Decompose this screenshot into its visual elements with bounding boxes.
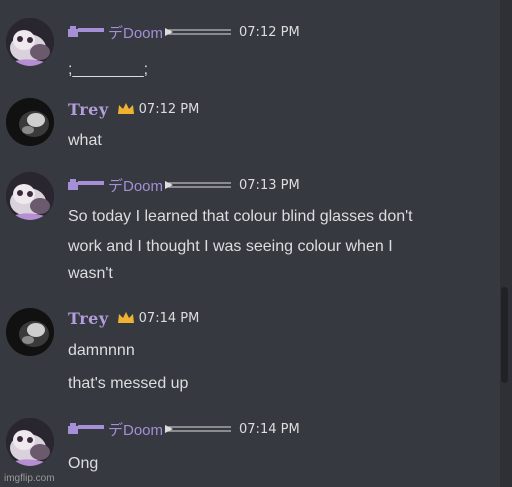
gun-icon [68,422,106,436]
username[interactable]: デDoom [68,22,232,43]
trail-icon [165,425,232,433]
username[interactable]: Trey [68,309,109,328]
gun-icon [68,25,106,39]
timestamp: 07:14 PM [138,310,200,326]
timestamp: 07:12 PM [239,24,300,40]
username[interactable]: デDoom [68,419,232,440]
crown-icon [117,102,135,116]
gun-icon [68,178,106,192]
message-line: So today I learned that colour blind gla… [68,208,413,225]
message-line: work and I thought I was seeing colour w… [68,238,393,255]
timestamp: 07:13 PM [239,177,300,193]
message-header: Trey 07:14 PM [68,307,199,329]
message-line: ;________; [68,61,149,78]
message-line: damnnnn [68,342,135,359]
timestamp: 07:14 PM [239,421,300,437]
timestamp: 07:12 PM [138,101,200,117]
message-header: デDoom 07:12 PM [68,21,300,43]
trail-icon [165,181,232,189]
chat-message-list: デDoom 07:12 PM ;________; Trey 07:12 PM … [0,0,500,487]
scrollbar-thumb[interactable] [501,287,508,383]
message-header: デDoom 07:13 PM [68,174,300,196]
crown-icon [117,311,135,325]
cat-avatar-icon[interactable] [6,172,54,220]
message-content: ;________; [68,58,498,82]
message-line: what [68,132,102,149]
message-content: what [68,129,498,153]
dark-cat-avatar-icon[interactable] [6,308,54,356]
dark-cat-avatar-icon[interactable] [6,98,54,146]
message-line: that's messed up [68,375,189,392]
message-line: wasn't [68,265,113,282]
cat-avatar-icon[interactable] [6,418,54,466]
message-header: デDoom 07:14 PM [68,418,300,440]
username[interactable]: Trey [68,100,109,119]
message-content: damnnnn that's messed up [68,339,498,396]
message-content: So today I learned that colour blind gla… [68,205,498,286]
scrollbar-track[interactable] [500,0,512,487]
imgflip-watermark: imgflip.com [4,473,55,484]
cat-avatar-icon[interactable] [6,18,54,66]
trail-icon [165,28,232,36]
username[interactable]: デDoom [68,175,232,196]
message-header: Trey 07:12 PM [68,98,199,120]
message-content: Ong [68,452,498,476]
message-line: Ong [68,455,99,472]
